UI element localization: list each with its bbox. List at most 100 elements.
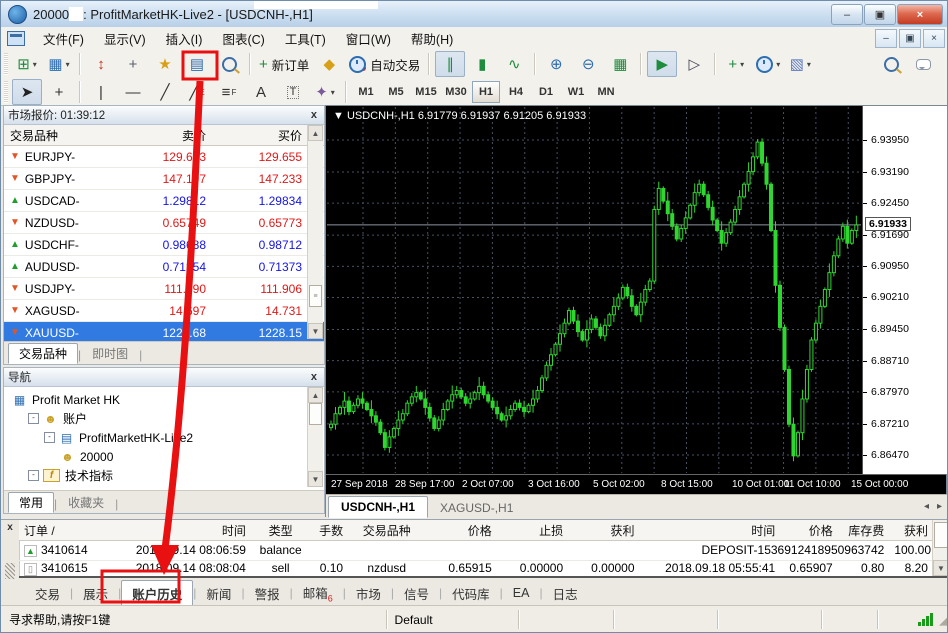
chart-collapse-icon[interactable]: ▼ [333, 110, 347, 122]
candlestick-chart-button[interactable]: ▮ [467, 51, 497, 77]
bookmark-button[interactable]: ◆ [314, 51, 344, 77]
timeframe-mn[interactable]: MN [592, 81, 620, 103]
scroll-down-icon[interactable]: ▼ [933, 560, 948, 576]
minimize-button[interactable]: – [831, 4, 863, 25]
dropdown-caret-icon[interactable]: ▾ [66, 60, 70, 69]
market-row-USDCHF[interactable]: ▲USDCHF-0.986880.98712 [4, 234, 324, 256]
chart-tab-xagusd[interactable]: XAGUSD-,H1 [428, 498, 525, 518]
scroll-thumb[interactable] [934, 522, 948, 548]
timeframe-m5[interactable]: M5 [382, 81, 410, 103]
scroll-down-icon[interactable]: ▼ [308, 471, 323, 487]
strategy-tester-button[interactable] [214, 51, 244, 77]
auto-trading-button[interactable]: 自动交易 [346, 51, 423, 77]
tab-scroll-left-icon[interactable]: ◂ [924, 501, 929, 512]
text-tool[interactable]: A [246, 79, 276, 105]
horizontal-line-tool[interactable]: — [118, 79, 148, 105]
market-row-NZDUSD[interactable]: ▼NZDUSD-0.657490.65773 [4, 212, 324, 234]
terminal-tab-3[interactable]: 新闻 [196, 581, 241, 606]
cursor-tool[interactable]: ➤ [12, 79, 42, 105]
crosshair-tool[interactable]: + [44, 79, 74, 105]
market-watch-titlebar[interactable]: 市场报价: 01:39:12 x [4, 106, 324, 125]
terminal-tab-2[interactable]: 账户历史 [121, 580, 193, 607]
scroll-thumb[interactable] [309, 403, 322, 425]
terminal-button[interactable]: ▤ [182, 51, 212, 77]
navigator-scrollbar[interactable]: ▲ ▼ [307, 387, 323, 487]
toolbar-grip[interactable] [4, 53, 8, 75]
dropdown-caret-icon[interactable]: ▾ [807, 60, 811, 69]
dropdown-caret-icon[interactable]: ▾ [740, 60, 744, 69]
dropdown-caret-icon[interactable]: ▾ [33, 60, 37, 69]
market-row-AUDUSD[interactable]: ▲AUDUSD-0.713540.71373 [4, 256, 324, 278]
terminal-row-3410615[interactable]: ▯34106152018.09.14 08:08:04sell0.10nzdus… [19, 560, 933, 577]
fibonacci-tool[interactable]: ≡F [214, 79, 244, 105]
column-symbol[interactable]: 交易品种 [4, 127, 116, 144]
menu-item-view[interactable]: 显示(V) [94, 27, 156, 50]
status-profile[interactable]: Default [387, 610, 520, 629]
tab-scroll-right-icon[interactable]: ▸ [937, 501, 942, 512]
templates-button[interactable]: ▧▾ [785, 51, 815, 77]
timeframe-m15[interactable]: M15 [412, 81, 440, 103]
menu-item-insert[interactable]: 插入(I) [156, 27, 213, 50]
timeframe-h4[interactable]: H4 [502, 81, 530, 103]
chat-button[interactable] [908, 51, 938, 77]
menu-item-charts[interactable]: 图表(C) [212, 27, 274, 50]
price-axis[interactable]: 6.939506.931906.924506.916906.909506.902… [862, 106, 947, 474]
tree-expander-icon[interactable]: - [44, 432, 55, 443]
timeframe-d1[interactable]: D1 [532, 81, 560, 103]
terminal-tab-5[interactable]: 邮箱6 [293, 580, 343, 607]
channel-tool[interactable]: ╱E [182, 79, 212, 105]
terminal-column-2[interactable]: 类型 [251, 522, 311, 539]
toolbar-grip[interactable] [4, 81, 8, 103]
dropdown-caret-icon[interactable]: ▾ [331, 88, 335, 97]
chart-shift-button[interactable]: ▷ [679, 51, 709, 77]
terminal-tab-1[interactable]: 展示 [73, 581, 118, 606]
terminal-column-4[interactable]: 交易品种 [348, 522, 425, 539]
nav-item-0[interactable]: ▦Profit Market HK [8, 390, 324, 409]
market-watch-button[interactable]: ↕ [86, 51, 116, 77]
tree-expander-icon[interactable]: - [28, 470, 39, 481]
scroll-up-icon[interactable]: ▲ [308, 387, 323, 403]
scroll-up-icon[interactable]: ▲ [308, 125, 323, 141]
close-icon[interactable]: x [308, 371, 320, 383]
column-buy[interactable]: 买价 [212, 127, 308, 144]
terminal-tab-0[interactable]: 交易 [25, 581, 70, 606]
arrows-tool[interactable]: ✦▾ [310, 79, 340, 105]
terminal-tab-4[interactable]: 警报 [245, 581, 290, 606]
market-watch-tab-1[interactable]: 即时图 [81, 343, 139, 364]
close-icon[interactable]: x [1, 522, 19, 533]
timeframe-m30[interactable]: M30 [442, 81, 470, 103]
terminal-column-8[interactable]: 时间 [640, 522, 781, 539]
market-watch-scrollbar[interactable]: ▲ ≡ ▼ [307, 125, 323, 339]
terminal-column-0[interactable]: 订单 / [19, 522, 100, 539]
terminal-column-3[interactable]: 手数 [310, 522, 348, 539]
tree-expander-icon[interactable]: - [28, 413, 39, 424]
new-order-button[interactable]: +新订单 [256, 51, 312, 77]
terminal-column-6[interactable]: 止损 [497, 522, 568, 539]
search-button[interactable] [876, 51, 906, 77]
new-chart-button[interactable]: ⊞▾ [12, 51, 42, 77]
navigator-button[interactable]: ★ [150, 51, 180, 77]
nav-item-3[interactable]: ☻20000 [8, 447, 324, 466]
terminal-column-7[interactable]: 获利 [568, 522, 639, 539]
column-sell[interactable]: 卖价 [116, 127, 212, 144]
navigator-titlebar[interactable]: 导航 x [4, 368, 324, 387]
timeframe-w1[interactable]: W1 [562, 81, 590, 103]
market-row-XAGUSD[interactable]: ▼XAGUSD-14.69714.731 [4, 300, 324, 322]
terminal-row-3410614[interactable]: ▲34106142018.09.14 08:06:59balanceDEPOSI… [19, 540, 933, 561]
terminal-scrollbar[interactable]: ▼ [932, 520, 948, 576]
navigator-tab-1[interactable]: 收藏夹 [57, 492, 115, 513]
zoom-in-button[interactable]: ⊕ [541, 51, 571, 77]
mdi-close-button[interactable]: × [923, 29, 945, 48]
menu-item-file[interactable]: 文件(F) [33, 27, 94, 50]
timeframe-h1[interactable]: H1 [472, 81, 500, 103]
auto-scroll-button[interactable]: ▶ [647, 51, 677, 77]
terminal-tab-9[interactable]: EA [503, 583, 540, 603]
restore-button[interactable]: ▣ [864, 4, 896, 25]
trendline-tool[interactable]: ╱ [150, 79, 180, 105]
close-icon[interactable]: x [308, 109, 320, 121]
terminal-grip[interactable] [5, 563, 15, 579]
terminal-column-11[interactable]: 获利 [889, 522, 933, 539]
indicators-button[interactable]: +▾ [721, 51, 751, 77]
terminal-column-5[interactable]: 价格 [425, 522, 496, 539]
close-button[interactable]: × [897, 4, 943, 25]
